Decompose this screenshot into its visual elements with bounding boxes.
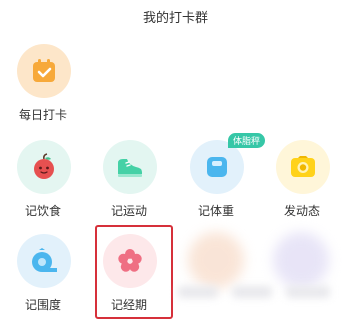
tile-label: 记饮食 [24, 204, 61, 218]
apple-icon [17, 140, 71, 194]
highlight-frame [95, 225, 173, 319]
sneaker-icon [103, 140, 157, 194]
blurred-label [286, 286, 330, 298]
tile-label: 记体重 [197, 204, 234, 218]
scale-icon [190, 140, 244, 194]
blurred-label [232, 286, 272, 298]
page-title: 我的打卡群 [142, 11, 208, 26]
scale-badge: 体脂秤 [228, 133, 266, 148]
blurred-icon [188, 232, 244, 288]
tape-measure-icon [17, 234, 71, 288]
tile-label: 每日打卡 [18, 108, 67, 122]
blurred-label [178, 286, 218, 298]
calendar-check-icon [17, 44, 71, 98]
tile-label: 记运动 [110, 204, 147, 218]
blurred-icon [273, 232, 329, 288]
camera-icon [276, 140, 330, 194]
tile-label: 发动态 [283, 204, 320, 218]
tile-label: 记围度 [24, 298, 61, 312]
